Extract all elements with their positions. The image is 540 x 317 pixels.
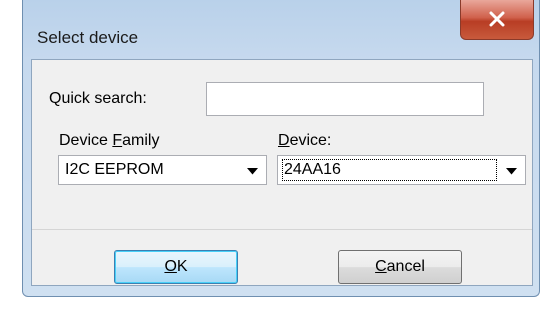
window-title: Select device <box>37 28 139 47</box>
dialog-window: Select device Quick search: Device Famil… <box>22 0 540 297</box>
ok-button[interactable]: OK <box>114 250 238 284</box>
device-label: Device: <box>278 132 332 149</box>
device-select[interactable]: 24AA16 <box>277 155 526 185</box>
quick-search-input[interactable] <box>206 82 484 116</box>
device-value: 24AA16 <box>284 161 341 178</box>
cancel-button[interactable]: Cancel <box>338 250 462 284</box>
device-family-value: I2C EEPROM <box>65 161 164 178</box>
chevron-down-icon <box>506 168 517 175</box>
dialog-body: Quick search: Device Family I2C EEPROM D… <box>31 59 533 286</box>
chevron-down-icon <box>247 168 258 175</box>
separator <box>32 229 532 230</box>
quick-search-label: Quick search: <box>49 90 147 107</box>
device-family-select[interactable]: I2C EEPROM <box>58 155 267 185</box>
close-button[interactable] <box>460 0 534 40</box>
close-icon <box>489 11 505 27</box>
device-family-label: Device Family <box>59 132 160 149</box>
